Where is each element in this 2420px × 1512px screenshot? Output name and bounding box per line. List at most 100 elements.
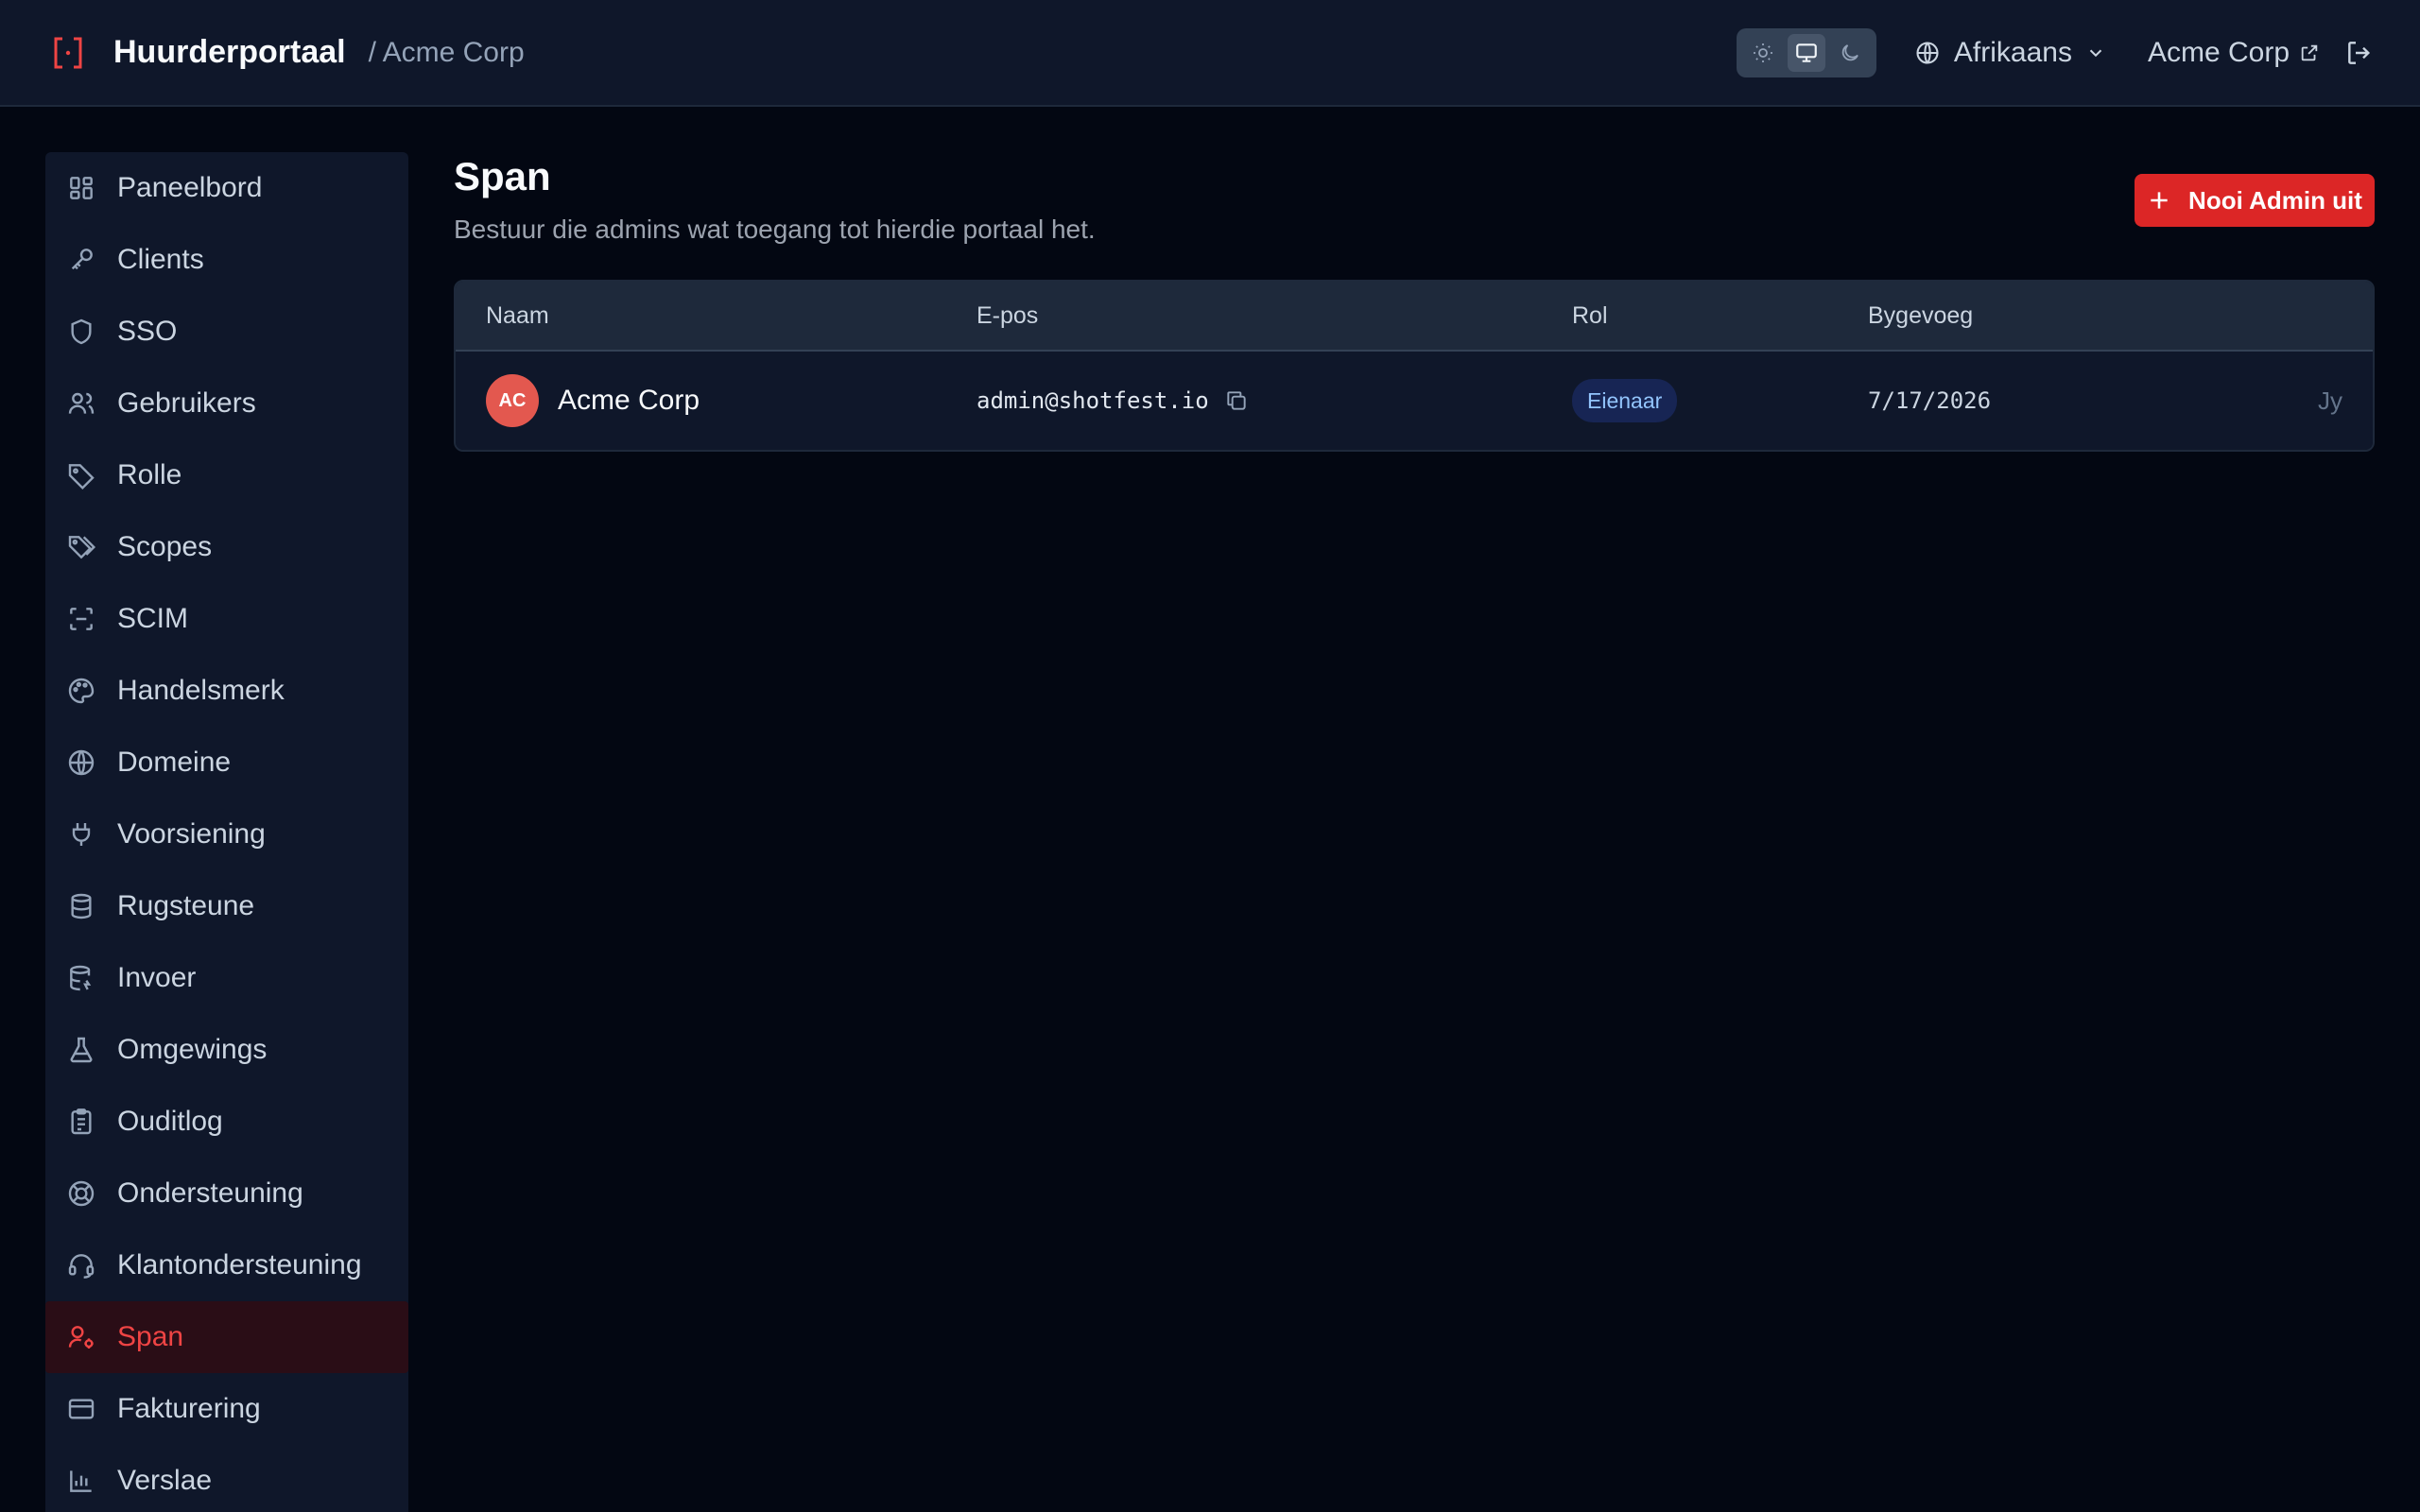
plug-icon <box>72 823 91 846</box>
sidebar-item-label: Scopes <box>117 531 213 562</box>
theme-switch <box>1736 27 1876 77</box>
copy-icon <box>1226 391 1246 410</box>
sidebar-item-label: SSO <box>117 316 178 347</box>
member-email: admin@shotfest.io <box>977 387 1209 414</box>
sidebar-item-label: Invoer <box>117 962 197 993</box>
sidebar-item-clients[interactable]: Clients <box>45 224 408 296</box>
database-import-icon <box>70 965 92 991</box>
page-subtitle: Bestuur die admins wat toegang tot hierd… <box>454 215 1096 244</box>
column-header-role[interactable]: Rol <box>1572 302 1608 330</box>
sidebar-item-ouditlog[interactable]: Ouditlog <box>45 1086 408 1158</box>
sidebar-item-domeine[interactable]: Domeine <box>45 727 408 799</box>
current-user-label: Jy <box>2318 386 2342 415</box>
sidebar-item-invoer[interactable]: Invoer <box>45 942 408 1014</box>
dark-theme-button[interactable] <box>1831 34 1869 72</box>
sun-icon <box>1753 43 1772 62</box>
column-header-name[interactable]: Naam <box>486 302 549 330</box>
member-name: Acme Corp <box>558 385 700 416</box>
sidebar-item-scim[interactable]: SCIM <box>45 583 408 655</box>
sidebar-item-handelsmerk[interactable]: Handelsmerk <box>45 655 408 727</box>
table-header: Naam E-pos Rol Bygevoeg <box>456 282 2373 352</box>
tag-icon <box>68 464 95 490</box>
invite-admin-button[interactable]: Nooi Admin uit <box>2135 174 2375 227</box>
light-theme-button[interactable] <box>1744 34 1782 72</box>
sidebar-item-label: Domeine <box>117 747 232 778</box>
sidebar-item-ondersteuning[interactable]: Ondersteuning <box>45 1158 408 1229</box>
sidebar-item-verslae[interactable]: Verslae <box>45 1445 408 1512</box>
sidebar-item-label: Rolle <box>117 459 182 490</box>
bar-chart-icon <box>70 1470 92 1492</box>
name-cell: AC Acme Corp <box>486 374 700 427</box>
sidebar-item-label: Gebruikers <box>117 387 256 419</box>
external-link-icon <box>2301 44 2318 60</box>
tenant-external-link[interactable]: Acme Corp <box>2148 37 2320 69</box>
table-row[interactable]: AC Acme Corp admin@shotfest.io Eienaar 7… <box>456 352 2373 450</box>
column-header-email[interactable]: E-pos <box>977 302 1038 330</box>
sidebar-item-sso[interactable]: SSO <box>45 296 408 368</box>
sidebar-item-label: Paneelbord <box>117 172 263 203</box>
sidebar-item-gebruikers[interactable]: Gebruikers <box>45 368 408 439</box>
sidebar-item-label: Voorsiening <box>117 818 266 850</box>
globe-icon <box>1914 40 1941 66</box>
key-icon <box>71 249 93 270</box>
page-header: Span Bestuur die admins wat toegang tot … <box>454 152 2375 280</box>
sidebar-item-label: Omgewings <box>117 1034 268 1065</box>
avatar: AC <box>486 374 539 427</box>
role-cell: Eienaar <box>1572 378 1678 422</box>
sidebar-item-klantondersteuning[interactable]: Klantondersteuning <box>45 1229 408 1301</box>
language-select[interactable]: Afrikaans <box>1914 37 2106 69</box>
shield-icon <box>71 318 92 345</box>
sidebar-item-voorsiening[interactable]: Voorsiening <box>45 799 408 870</box>
plus-icon <box>2151 192 2168 209</box>
sidebar-item-label: Verslae <box>117 1465 213 1496</box>
main-content: Span Bestuur die admins wat toegang tot … <box>454 152 2375 452</box>
sidebar-item-paneelbord[interactable]: Paneelbord <box>45 152 408 224</box>
invite-admin-label: Nooi Admin uit <box>2188 185 2362 215</box>
team-table: Naam E-pos Rol Bygevoeg AC Acme Corp adm… <box>454 280 2375 452</box>
sidebar-item-rolle[interactable]: Rolle <box>45 439 408 511</box>
sidebar-item-label: Span <box>117 1321 184 1352</box>
dashboard-icon <box>70 177 93 199</box>
email-cell: admin@shotfest.io <box>977 387 1249 414</box>
copy-email-button[interactable] <box>1224 388 1249 413</box>
system-theme-button[interactable] <box>1787 33 1825 72</box>
added-date: 7/17/2026 <box>1868 387 1992 414</box>
top-header: Huurderportaal / Acme Corp Afrikaans Acm… <box>0 0 2420 107</box>
sidebar-item-rugsteune[interactable]: Rugsteune <box>45 870 408 942</box>
scan-icon <box>70 608 93 630</box>
sidebar-item-omgewings[interactable]: Omgewings <box>45 1014 408 1086</box>
brand[interactable]: Huurderportaal / Acme Corp <box>49 34 525 72</box>
portal-title: Huurderportaal <box>113 34 346 70</box>
role-badge: Eienaar <box>1572 378 1678 422</box>
page-title: Span <box>454 154 551 198</box>
credit-card-icon <box>68 1399 95 1419</box>
tags-icon <box>68 536 96 559</box>
flask-icon <box>70 1037 93 1063</box>
sidebar-item-span[interactable]: Span <box>45 1301 408 1373</box>
column-header-added[interactable]: Bygevoeg <box>1868 302 1973 330</box>
sidebar-item-label: SCIM <box>117 603 188 634</box>
sidebar-item-label: Klantondersteuning <box>117 1249 362 1280</box>
clipboard-icon <box>71 1108 92 1135</box>
sidebar-item-scopes[interactable]: Scopes <box>45 511 408 583</box>
header-actions: Afrikaans Acme Corp <box>1736 27 2375 77</box>
user-cog-icon <box>68 1326 94 1349</box>
headset-icon <box>68 1254 95 1279</box>
palette-icon <box>68 678 95 704</box>
database-icon <box>71 893 92 919</box>
sidebar-item-label: Rugsteune <box>117 890 255 921</box>
sidebar-item-label: Ondersteuning <box>117 1177 303 1209</box>
users-icon <box>68 392 95 414</box>
chevron-down-icon <box>2085 43 2106 63</box>
sidebar: Paneelbord Clients SSO Gebruikers Rolle … <box>45 152 408 1512</box>
logout-icon <box>2348 41 2371 64</box>
sidebar-item-label: Clients <box>117 244 204 275</box>
language-label: Afrikaans <box>1953 36 2072 68</box>
moon-icon <box>1841 43 1858 60</box>
sidebar-item-fakturering[interactable]: Fakturering <box>45 1373 408 1445</box>
tenant-link-label: Acme Corp <box>2147 36 2290 68</box>
sidebar-item-label: Fakturering <box>117 1393 261 1424</box>
brand-logo-icon <box>49 34 87 72</box>
logout-button[interactable] <box>2344 38 2375 68</box>
breadcrumb: / Acme Corp <box>368 36 525 68</box>
